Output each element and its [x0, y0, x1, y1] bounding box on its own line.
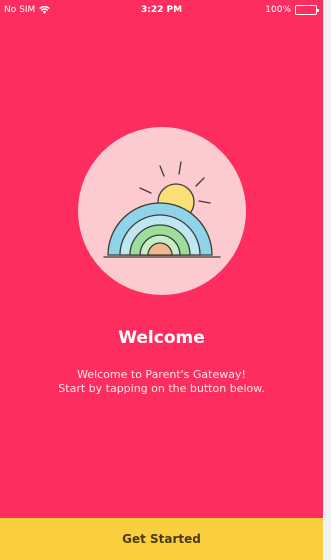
welcome-illustration [78, 127, 246, 295]
rainbow-sun-icon [103, 161, 221, 258]
welcome-line-2: Start by tapping on the button below. [58, 382, 265, 395]
welcome-title: Welcome [118, 328, 205, 348]
battery-percent: 100% [265, 5, 291, 15]
welcome-screen: No SIM 3:22 PM 100% Welcome Welcome to P… [0, 0, 323, 560]
welcome-message: Welcome to Parent's Gateway! Start by ta… [0, 368, 323, 396]
battery-icon [295, 5, 319, 15]
status-bar: No SIM 3:22 PM 100% [0, 0, 323, 20]
screen-edge [323, 0, 331, 560]
get-started-button[interactable]: Get Started [0, 518, 323, 560]
status-right: 100% [265, 5, 319, 15]
welcome-line-1: Welcome to Parent's Gateway! [77, 368, 246, 381]
